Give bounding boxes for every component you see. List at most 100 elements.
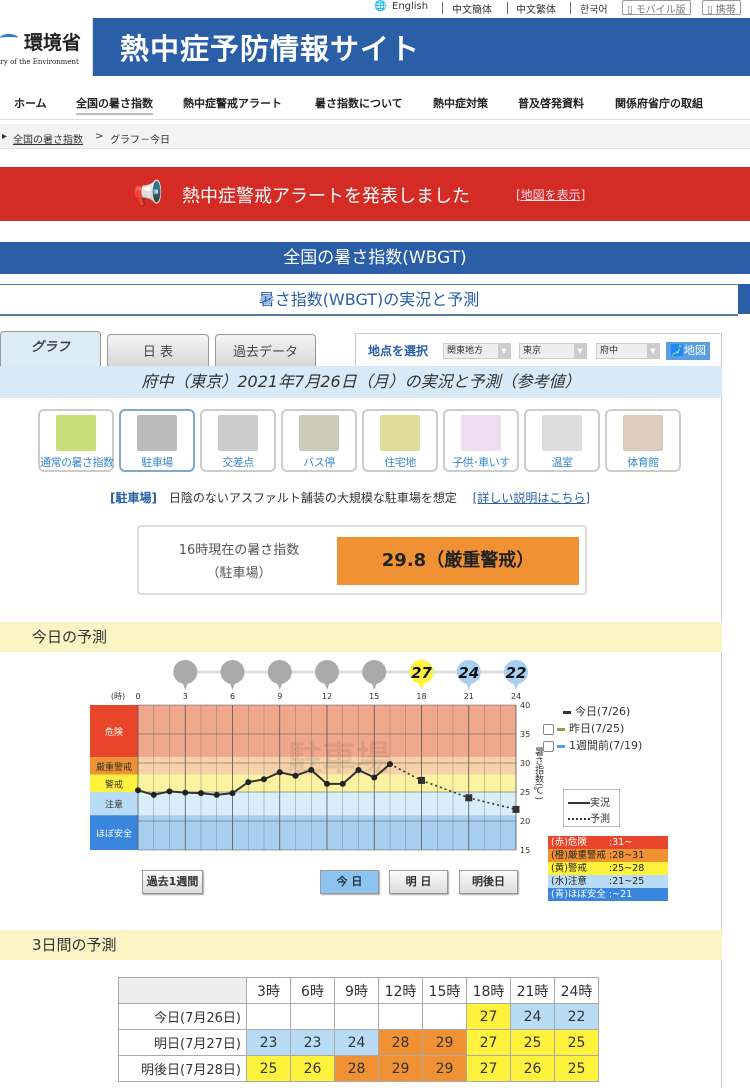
region-select[interactable]: 関東地方 ▼ [443, 343, 511, 359]
bubble-value: 27 [411, 664, 432, 682]
today-button[interactable]: 今 日 [320, 870, 379, 894]
alert-banner: 📢 熱中症警戒アラートを発表しました [地図を表示] [0, 167, 750, 221]
nav-countermeasures[interactable]: 熱中症対策 [433, 95, 488, 111]
table-cell [378, 1003, 423, 1030]
y-axis-label: 暑さ指数(℃) [533, 747, 544, 800]
site-title[interactable]: 熱中症予防情報サイト [120, 26, 420, 68]
zone-key-safe: (青)ほぼ安全 :~21 [548, 888, 668, 901]
place-tile-bus-stop[interactable]: バス停 [281, 409, 357, 472]
bubble-pointer [418, 682, 425, 690]
table-row: 明後日(7月28日) 25 26 28 29 29 27 26 25 [118, 1055, 599, 1082]
nav-national-wbgt[interactable]: 全国の暑さ指数 [76, 95, 153, 115]
map-icon: 🗾 [670, 344, 684, 357]
prefecture-select[interactable]: 東京 ▼ [519, 343, 587, 359]
place-tile-label: 通常の暑さ指数 [40, 456, 114, 469]
data-point [245, 779, 252, 786]
tab-daily-table[interactable]: 日 表 [107, 334, 209, 366]
tab-graph[interactable]: グラフ [0, 331, 101, 366]
table-cell: 26 [290, 1055, 335, 1082]
current-wbgt-box: 16時現在の暑さ指数 （駐車場） 29.8（厳重警戒） [137, 525, 587, 595]
current-value: 29.8（厳重警戒） [337, 537, 579, 585]
location-selector: 地点を選択 関東地方 ▼ 東京 ▼ 府中 ▼ 🗾地図 [355, 333, 722, 366]
language-bar: 🌐 English 中文簡体 中文繁体 한국어 ▯ モバイル版 ▯ 携帯 [0, 0, 750, 16]
keitai-label: 携帯 [715, 5, 736, 16]
logo-swoosh-icon [0, 34, 18, 42]
logo-subtext: Ministry of the Environment [0, 58, 79, 66]
place-tile-label: 子供･車いす [452, 456, 510, 469]
data-point [213, 791, 220, 798]
place-tile-label: 住宅地 [384, 456, 416, 469]
tomorrow-button[interactable]: 明 日 [389, 870, 448, 894]
zone-label: ほぼ安全 [96, 828, 132, 840]
sub-title: 暑さ指数(WBGT)の実況と予測 [0, 284, 738, 316]
place-tile-normal[interactable]: 通常の暑さ指数 [38, 409, 114, 472]
map-button-label: 地図 [683, 344, 706, 357]
place-tile-parking[interactable]: 駐車場 [119, 409, 195, 472]
column-header: 15時 [422, 977, 467, 1004]
legend-yesterday-label: 昨日(7/25) [569, 722, 625, 735]
nav-alert[interactable]: 熱中症警戒アラート [183, 95, 282, 111]
bubble-pointer [465, 682, 472, 690]
column-header: 9時 [334, 977, 379, 1004]
zone-key-caution: (水)注意 :21~25 [548, 875, 668, 888]
place-tile-greenhouse[interactable]: 温室 [524, 409, 600, 472]
mobile-version-button[interactable]: ▯ モバイル版 [622, 0, 691, 16]
nav-home[interactable]: ホーム [14, 95, 47, 111]
breadcrumb: ▸ 全国の暑さ指数 > グラフ－今日 [0, 124, 750, 149]
lang-english[interactable]: English [392, 1, 428, 12]
table-cell: 25 [510, 1029, 555, 1056]
table-row: 明日(7月27日) 23 23 24 28 29 27 25 25 [118, 1029, 599, 1056]
chart-legend: 今日(7/26) 昨日(7/25) 1週間前(7/19) [543, 703, 693, 754]
column-header: 21時 [510, 977, 555, 1004]
zone-label: 厳重警戒 [96, 761, 132, 773]
place-tile-residential[interactable]: 住宅地 [362, 409, 438, 472]
column-header: 12時 [378, 977, 423, 1004]
row-label: 今日(7月26日) [118, 1003, 247, 1030]
lang-zh-hans[interactable]: 中文簡体 [452, 1, 492, 16]
details-link[interactable]: [詳しい説明はこちら] [473, 491, 590, 505]
data-point [371, 774, 378, 781]
column-header: 18時 [466, 977, 511, 1004]
place-tag: [駐車場] [110, 491, 157, 505]
legend-week-ago-label: 1週間前(7/19) [569, 739, 643, 752]
place-tile-gymnasium[interactable]: 体育館 [605, 409, 681, 472]
breadcrumb-link[interactable]: 全国の暑さ指数 [13, 131, 83, 146]
bus-stop-icon [299, 415, 339, 451]
children-wheelchair-icon [461, 415, 501, 451]
table-cell: 22 [554, 1003, 599, 1030]
nav-about-wbgt[interactable]: 暑さ指数について [315, 95, 403, 111]
legend-week-ago[interactable]: 1週間前(7/19) [543, 737, 693, 754]
past-week-button[interactable]: 過去1週間 [142, 870, 203, 894]
place-tile-children-wheelchair[interactable]: 子供･車いす [443, 409, 519, 472]
show-map-link[interactable]: [地図を表示] [516, 186, 585, 203]
x-tick-label: 24 [511, 692, 521, 701]
station-select[interactable]: 府中 ▼ [596, 343, 660, 359]
legend-yesterday[interactable]: 昨日(7/25) [543, 720, 693, 737]
today-forecast-heading: 今日の予測 [0, 622, 722, 652]
day-after-button[interactable]: 明後日 [459, 870, 518, 894]
x-tick-label: 3 [183, 692, 188, 701]
checkbox-yesterday[interactable] [543, 723, 554, 735]
lang-korean[interactable]: 한국어 [580, 1, 608, 16]
gymnasium-icon [623, 415, 663, 451]
tab-past-data[interactable]: 過去データ [215, 334, 316, 366]
date-title: 府中（東京）2021年7月26日（月）の実況と予測（参考値） [0, 366, 722, 398]
keitai-button[interactable]: ▯ 携帯 [702, 0, 741, 16]
table-cell: 27 [466, 1003, 511, 1030]
intersection-icon [218, 415, 258, 451]
table-cell: 29 [422, 1055, 467, 1082]
map-button[interactable]: 🗾地図 [666, 342, 710, 360]
forecast-bubble [173, 660, 198, 684]
place-text: 日陰のないアスファルト舗装の大規模な駐車場を想定 [168, 491, 457, 505]
ministry-logo[interactable]: 環境省 Ministry of the Environment [0, 18, 93, 76]
zone-key-danger: (赤)危険 :31~ [548, 836, 668, 849]
checkbox-week-ago[interactable] [543, 740, 554, 752]
bubble-pointer [371, 682, 378, 690]
parking-icon [137, 415, 177, 451]
place-tile-intersection[interactable]: 交差点 [200, 409, 276, 472]
lang-zh-hant[interactable]: 中文繁体 [516, 1, 556, 16]
breadcrumb-separator: > [95, 131, 104, 142]
nav-ministries[interactable]: 関係府省庁の取組 [615, 95, 703, 111]
nav-materials[interactable]: 普及啓発資料 [518, 95, 584, 111]
table-cell: 25 [554, 1029, 599, 1056]
